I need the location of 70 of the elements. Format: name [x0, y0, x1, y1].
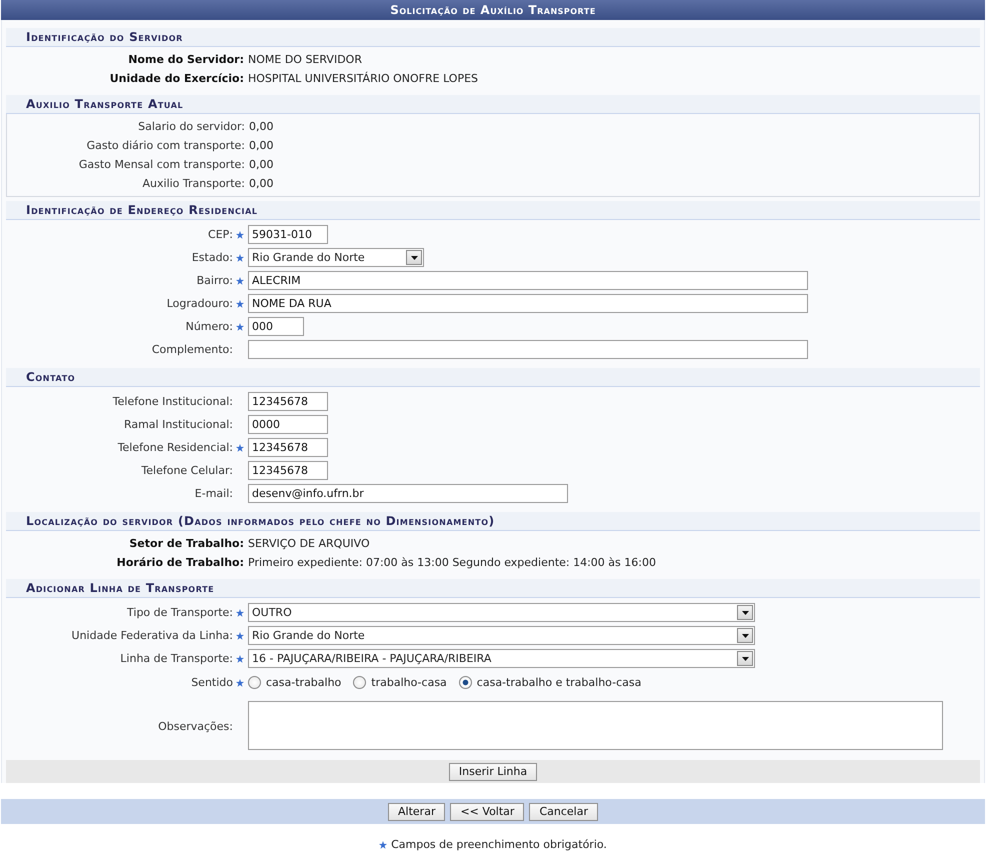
dropdown[interactable]: Rio Grande do Norte — [248, 626, 755, 645]
field-label: Estado: — [192, 251, 233, 264]
field-label: Horário de Trabalho: — [116, 556, 244, 569]
section-heading: Localização do servidor (Dados informados pelo chefe no Dimensionamento) — [6, 512, 980, 531]
caret-icon — [742, 656, 748, 660]
field-value: 0,00 — [249, 158, 274, 171]
field-label: Bairro: — [196, 274, 233, 287]
field-label: Setor de Trabalho: — [129, 537, 244, 550]
caret-icon — [410, 256, 418, 260]
form-button[interactable]: << Voltar — [450, 802, 524, 820]
field-label: Ramal Institucional: — [124, 418, 233, 431]
section-heading: Identificação de Endereço Residencial — [6, 201, 980, 220]
field-value: NOME DO SERVIDOR — [248, 53, 362, 66]
section-heading: Auxilio Transporte Atual — [6, 95, 980, 114]
field-label: Auxilio Transporte: — [142, 177, 245, 190]
form-button[interactable]: Alterar — [388, 802, 446, 820]
field-label: Salario do servidor: — [138, 120, 245, 133]
insert-button[interactable]: Inserir Linha — [448, 762, 538, 780]
text-area[interactable] — [248, 701, 943, 750]
field-label: Telefone Residencial: — [118, 441, 233, 454]
field-label: Telefone Celular: — [141, 464, 233, 477]
field-label: Tipo de Transporte: — [127, 606, 233, 619]
radio-button[interactable] — [458, 676, 472, 689]
field-label: Logradouro: — [166, 297, 233, 310]
field-label: Telefone Institucional: — [112, 395, 233, 408]
caret-icon — [742, 634, 748, 638]
field-value: 0,00 — [249, 139, 274, 152]
dropdown[interactable]: OUTRO — [248, 603, 755, 622]
field-label: Gasto diário com transporte: — [86, 139, 245, 152]
input-field[interactable]: 12345678 — [248, 438, 328, 457]
input-field[interactable]: NOME DA RUA — [248, 294, 808, 313]
radio-button[interactable] — [353, 676, 366, 689]
section-heading: Contato — [6, 368, 980, 387]
input-field[interactable]: 0000 — [248, 415, 328, 434]
field-label: Linha de Transporte: — [120, 652, 233, 665]
field-label: Nome do Servidor: — [128, 53, 244, 66]
input-field[interactable]: 12345678 — [248, 461, 328, 480]
radio-label: casa-trabalho e trabalho-casa — [476, 676, 642, 689]
radio-button[interactable] — [248, 676, 261, 689]
field-label: E-mail: — [194, 487, 233, 500]
star-icon — [379, 840, 388, 848]
radio-label: trabalho-casa — [371, 676, 447, 689]
input-field[interactable] — [248, 340, 808, 359]
field-label: Gasto Mensal com transporte: — [78, 158, 245, 171]
field-label: Unidade do Exercício: — [110, 72, 244, 85]
field-label: Complemento: — [152, 343, 233, 356]
field-value: 0,00 — [249, 120, 274, 133]
page-title: Solicitação de Auxílio Transporte — [1, 0, 985, 20]
form-button[interactable]: Cancelar — [529, 802, 598, 820]
caret-icon — [742, 610, 748, 614]
field-label: Observações: — [158, 720, 233, 732]
input-field[interactable]: 000 — [248, 317, 304, 336]
section-heading: Identificação do Servidor — [6, 28, 980, 47]
field-label: Unidade Federativa da Linha: — [72, 629, 233, 642]
field-value: 0,00 — [249, 177, 274, 190]
field-value: HOSPITAL UNIVERSITÁRIO ONOFRE LOPES — [248, 72, 478, 85]
input-field[interactable]: ALECRIM — [248, 271, 808, 290]
field-label: Número: — [186, 320, 233, 333]
input-field[interactable]: 59031-010 — [248, 225, 328, 244]
input-field[interactable]: 12345678 — [248, 392, 328, 411]
input-field[interactable]: desenv@info.ufrn.br — [248, 484, 568, 503]
field-label: Sentido — [191, 676, 233, 689]
section-heading: Adicionar Linha de Transporte — [6, 579, 980, 598]
required-note: Campos de preenchimento obrigatório. — [391, 838, 607, 851]
dropdown[interactable]: Rio Grande do Norte — [248, 248, 424, 267]
dropdown[interactable]: 16 - PAJUÇARA/RIBEIRA - PAJUÇARA/RIBEIRA — [248, 649, 755, 668]
field-label: CEP: — [208, 228, 233, 241]
field-value: SERVIÇO DE ARQUIVO — [248, 537, 370, 550]
field-value: Primeiro expediente: 07:00 às 13:00 Segundo expediente: 14:00 às 16:00 — [248, 556, 656, 569]
radio-label: casa-trabalho — [266, 676, 342, 689]
